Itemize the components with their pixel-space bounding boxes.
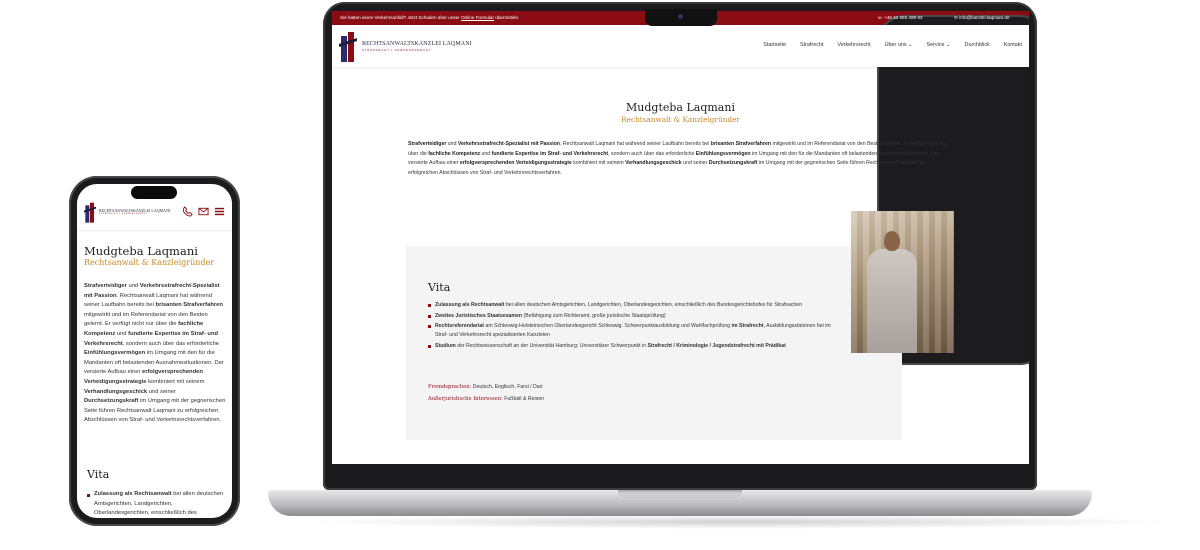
mobile-header: RECHTSANWALTSKANZLEI LAQMANI STRAFRECHT … [77, 194, 232, 230]
main-navbar: RECHTSANWALTSKANZLEI LAQMANI STRAFRECHT … [332, 25, 1029, 67]
accident-notice: Sie hatten einen Verkehrsunfall? Jetzt S… [340, 15, 519, 20]
nav-verkehrsrecht[interactable]: Verkehrsrecht [837, 42, 870, 48]
mobile-vita-title: Vita [87, 468, 110, 481]
logo-name[interactable]: RECHTSANWALTSKANZLEI LAQMANI [362, 41, 472, 47]
lawyer-name: Mudgteba Laqmani [626, 101, 735, 114]
mobile-logo-tagline: STRAFRECHT | VERKEHRSRECHT [99, 213, 148, 215]
logo-icon[interactable] [339, 30, 357, 62]
nav-service[interactable]: Service ⌄ [927, 42, 951, 48]
phone-dynamic-island [131, 186, 177, 199]
mobile-intro-paragraph: Strafverteidiger und Verkehrsstrafrecht-… [84, 283, 226, 424]
list-item: Zulassung als Rechtsanwalt bei allen deu… [428, 301, 838, 310]
email-address[interactable]: info@kanzlei-laqmani.de [959, 15, 1009, 20]
phone-screen: RECHTSANWALTSKANZLEI LAQMANI STRAFRECHT … [77, 184, 232, 518]
lawyer-role: Rechtsanwalt & Kanzleigründer [621, 115, 740, 124]
logo-tagline: STRAFRECHT | VERKEHRSRECHT [362, 48, 432, 52]
notice-text: Sie hatten einen Verkehrsunfall? Jetzt S… [340, 15, 462, 20]
vita-list: Zulassung als Rechtsanwalt bei allen deu… [428, 301, 838, 352]
phone-number[interactable]: +49 40 555 499 93 [884, 15, 922, 20]
list-item: Studium der Rechtswissenschaft an der Un… [428, 342, 838, 351]
laptop-notch [645, 9, 717, 26]
list-item: Zulassung als Rechtsanwalt bei allen deu… [87, 490, 225, 518]
online-form-link[interactable]: Online Formular [461, 15, 494, 20]
languages-line: Fremdsprachen: Deutsch, Englisch, Farsi … [428, 384, 543, 390]
notice-text-end: übermitteln. [494, 15, 520, 20]
mobile-lawyer-role: Rechtsanwalt & Kanzleigründer [84, 258, 215, 267]
nav-ueber-uns[interactable]: Über uns ⌄ [885, 42, 913, 48]
intro-paragraph: Strafverteidiger und Verkehrsstrafrecht-… [408, 141, 948, 176]
menu-icon[interactable] [214, 206, 225, 217]
mobile-header-icons [182, 206, 225, 217]
list-item: Zweites Juristisches Staatsexamen (Befäh… [428, 312, 838, 321]
lawyer-photo [851, 211, 954, 353]
nav-kontakt[interactable]: Kontakt [1004, 42, 1022, 48]
mobile-vita-list: Zulassung als Rechtsanwalt bei allen deu… [87, 490, 225, 518]
list-item: Rechtsreferendariat am Schleswig-Holstei… [428, 322, 838, 340]
phone-icon: ☏ [877, 15, 883, 20]
mail-icon[interactable] [198, 206, 209, 217]
laptop-screen: Sie hatten einen Verkehrsunfall? Jetzt S… [332, 11, 1029, 464]
interests-line: Außerjuristische Interessen: Fußball & R… [428, 396, 545, 402]
topbar-email[interactable]: ✉ info@kanzlei-laqmani.de [954, 15, 1010, 21]
logo-icon[interactable] [84, 201, 96, 223]
laptop-shadow [300, 515, 1180, 529]
nav-strafrecht[interactable]: Strafrecht [800, 42, 823, 48]
device-mockup: Sie hatten einen Verkehrsunfall? Jetzt S… [0, 0, 1200, 550]
mail-icon: ✉ [954, 15, 958, 20]
nav-startseite[interactable]: Startseite [763, 42, 786, 48]
nav-durchblick[interactable]: Durchblick [965, 42, 990, 48]
vita-title: Vita [428, 281, 451, 294]
nav-menu: Startseite Strafrecht Verkehrsrecht Über… [763, 42, 1022, 48]
camera-icon [678, 14, 683, 19]
phone-icon[interactable] [182, 206, 193, 217]
laptop-base [268, 490, 1092, 516]
mobile-lawyer-name: Mudgteba Laqmani [84, 244, 198, 258]
